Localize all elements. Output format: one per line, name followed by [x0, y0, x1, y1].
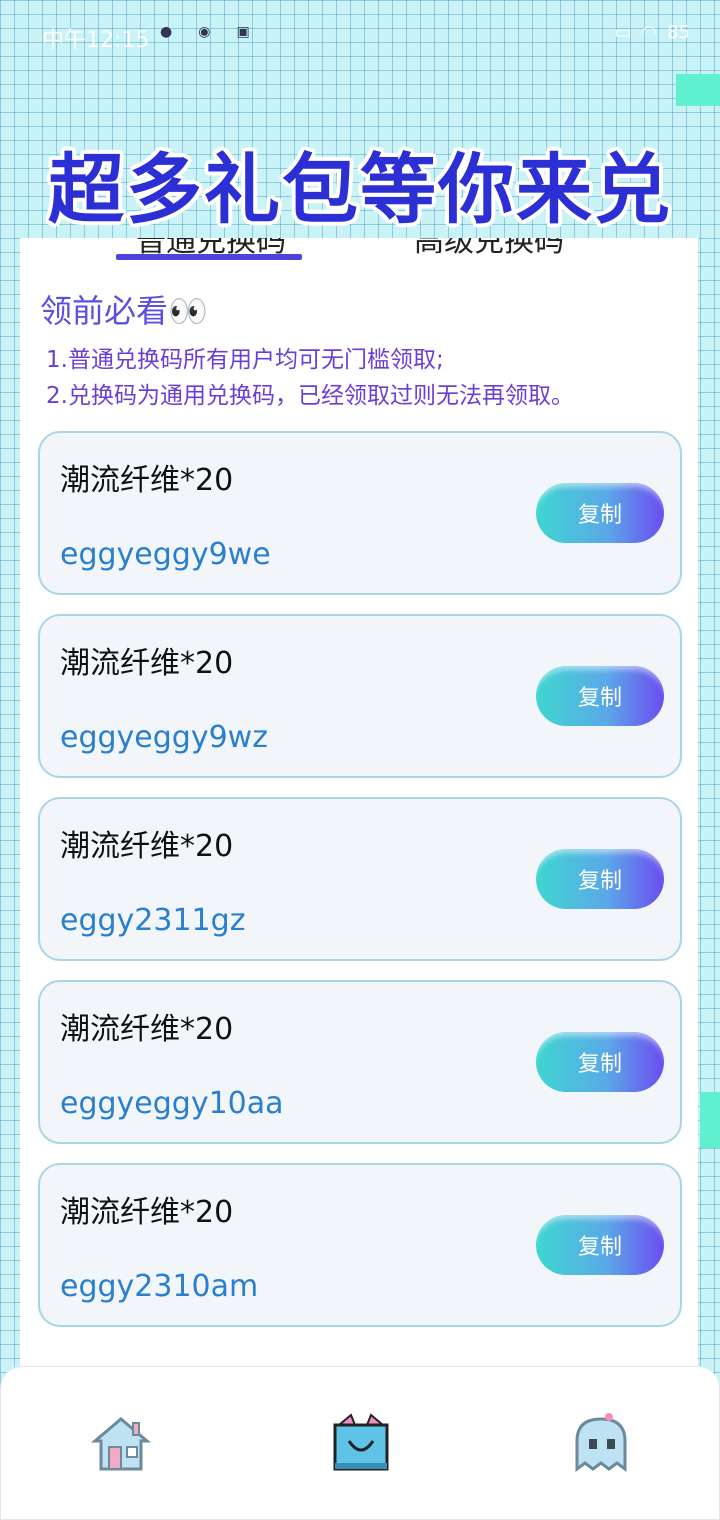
- code-card: 潮流纤维*20 eggyeggy10aa 复制: [38, 980, 682, 1144]
- copy-button[interactable]: 复制: [536, 1215, 664, 1275]
- reward-name: 潮流纤维*20: [60, 1195, 234, 1230]
- notification-icon: ▣: [236, 24, 250, 40]
- reward-name: 潮流纤维*20: [60, 829, 234, 864]
- redeem-code: eggyeggy10aa: [60, 1086, 284, 1121]
- wifi-icon: ◠: [641, 22, 658, 43]
- notice-title: 领前必看👀: [40, 292, 208, 330]
- copy-button[interactable]: 复制: [536, 849, 664, 909]
- tab-premium-codes[interactable]: 高级兑换码: [414, 238, 564, 260]
- codes-panel: 普通兑换码 高级兑换码 领前必看👀 1.普通兑换码所有用户均可无门槛领取; 2.…: [20, 238, 698, 1368]
- redeem-code: eggyeggy9wz: [60, 720, 268, 755]
- shopping-bag-icon[interactable]: [329, 1411, 393, 1475]
- redeem-code: eggy2311gz: [60, 903, 246, 938]
- reward-name: 潮流纤维*20: [60, 463, 234, 498]
- copy-button[interactable]: 复制: [536, 1032, 664, 1092]
- banner-title: 超多礼包等你来兑: [48, 145, 672, 234]
- decoration-block: [676, 74, 720, 106]
- ghost-icon[interactable]: [569, 1411, 633, 1475]
- code-card: 潮流纤维*20 eggy2311gz 复制: [38, 797, 682, 961]
- decoration-block: [700, 1092, 720, 1148]
- home-icon[interactable]: [89, 1411, 153, 1475]
- reward-name: 潮流纤维*20: [60, 646, 234, 681]
- reward-name: 潮流纤维*20: [60, 1012, 234, 1047]
- code-card: 潮流纤维*20 eggyeggy9wz 复制: [38, 614, 682, 778]
- copy-button[interactable]: 复制: [536, 666, 664, 726]
- vibrate-icon: ▭: [614, 22, 632, 43]
- status-time: 中午12:15: [42, 28, 150, 53]
- active-tab-indicator: [116, 254, 302, 260]
- code-card: 潮流纤维*20 eggy2310am 复制: [38, 1163, 682, 1327]
- notice-line: 1.普通兑换码所有用户均可无门槛领取;: [46, 347, 444, 373]
- notice-line: 2.兑换码为通用兑换码，已经领取过则无法再领取。: [46, 383, 574, 409]
- status-bar: 中午12:15 ● ◉ ▣ ▭ ◠ 85: [0, 0, 720, 72]
- copy-button[interactable]: 复制: [536, 483, 664, 543]
- battery-level: 85: [667, 22, 690, 43]
- notification-icon: ◉: [198, 24, 211, 40]
- bottom-nav: [0, 1366, 720, 1520]
- code-card: 潮流纤维*20 eggyeggy9we 复制: [38, 431, 682, 595]
- redeem-code: eggy2310am: [60, 1269, 259, 1304]
- notification-icon: ●: [160, 24, 173, 40]
- redeem-code: eggyeggy9we: [60, 537, 271, 572]
- status-right: ▭ ◠ 85: [614, 22, 690, 43]
- notification-icons: ● ◉ ▣: [160, 24, 250, 40]
